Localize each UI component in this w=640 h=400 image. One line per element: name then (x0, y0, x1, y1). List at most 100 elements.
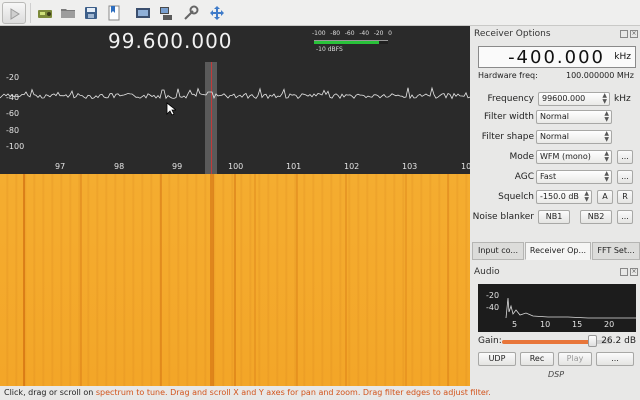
agc-value: Fast (540, 172, 557, 181)
filter-offset-display[interactable]: -400.000 kHz (478, 46, 636, 68)
gain-label: Gain: (478, 336, 502, 346)
waterfall-signal-line (210, 174, 214, 386)
receiver-options-title: Receiver Options (474, 29, 551, 39)
waterfall-signal-line (345, 174, 347, 386)
gain-slider-fill (502, 340, 593, 344)
select-arrows-icon: ▲ ▼ (604, 130, 609, 143)
squelch-reset-button[interactable]: R (617, 190, 633, 204)
bookmarks-button[interactable] (103, 2, 125, 24)
record-button[interactable]: Rec (520, 352, 554, 366)
agc-options-button[interactable]: ... (617, 170, 633, 184)
spectrum-plot[interactable]: 99.600.000 -100 -80 -60 -40 -20 0 -10 dB… (0, 26, 470, 174)
dock-close-icon[interactable]: × (630, 268, 638, 276)
audio-x-label: 15 (572, 320, 583, 329)
save-button[interactable] (80, 2, 102, 24)
network-button[interactable] (155, 2, 177, 24)
offset-value: -400.000 (508, 47, 605, 68)
settings-icon (184, 5, 199, 20)
status-text: Click, drag or scroll on (4, 388, 96, 397)
toolbar (0, 0, 640, 26)
gain-slider-handle[interactable] (588, 335, 598, 347)
filter-shape-select[interactable]: Normal ▲ ▼ (536, 130, 612, 144)
dock-float-icon[interactable] (620, 30, 628, 38)
remote-control-button[interactable] (132, 2, 154, 24)
waterfall-signal-line (254, 174, 256, 386)
settings-button[interactable] (180, 2, 202, 24)
x-axis-label: 99 (172, 162, 183, 171)
dsp-button[interactable]: DSP (518, 370, 594, 379)
udp-button[interactable]: UDP (478, 352, 516, 366)
x-axis-label: 10 (461, 162, 470, 171)
status-bar: Click, drag or scroll on spectrum to tun… (0, 386, 640, 400)
agc-label: AGC (514, 172, 534, 182)
x-axis-label: 101 (286, 162, 302, 171)
spin-arrows-icon: ▲ ▼ (602, 92, 607, 105)
frequency-label: Frequency (487, 94, 535, 104)
offset-unit: kHz (614, 52, 631, 62)
open-folder-icon (61, 9, 75, 18)
nb2-button[interactable]: NB2 (580, 210, 612, 224)
tab-fft-settings[interactable]: FFT Set... (592, 242, 640, 260)
mode-options-button[interactable]: ... (617, 150, 633, 164)
audio-title: Audio (474, 267, 500, 277)
frequency-input[interactable]: 99600.000 ▲ ▼ (538, 92, 610, 106)
noise-blanker-label: Noise blanker (472, 212, 534, 222)
noise-blanker-options-button[interactable]: ... (617, 210, 633, 224)
squelch-input[interactable]: -150.0 dB ▲ ▼ (536, 190, 592, 204)
x-axis-label: 103 (402, 162, 418, 171)
play-button[interactable]: Play (558, 352, 592, 366)
x-axis-label: 98 (114, 162, 125, 171)
select-arrows-icon: ▲ ▼ (604, 110, 609, 123)
audio-options-button[interactable]: ... (596, 352, 634, 366)
hardware-freq-label: Hardware freq: (478, 71, 538, 80)
audio-fft-plot[interactable]: -20 -40 5 10 15 20 (478, 284, 636, 332)
filter-shape-value: Normal (540, 132, 569, 141)
main-display: 99.600.000 -100 -80 -60 -40 -20 0 -10 dB… (0, 26, 470, 386)
waterfall-signal-line (160, 174, 162, 386)
waterfall-plot[interactable] (0, 174, 470, 386)
mouse-cursor-icon (166, 102, 176, 116)
audio-x-label: 10 (540, 320, 551, 329)
toolbar-separator (30, 3, 31, 23)
mode-select[interactable]: WFM (mono) ▲ ▼ (536, 150, 612, 164)
dock-float-icon[interactable] (620, 268, 628, 276)
squelch-label: Squelch (498, 192, 534, 202)
save-icon (85, 7, 97, 19)
x-axis-label: 100 (228, 162, 244, 171)
remote-control-icon (136, 8, 150, 18)
agc-select[interactable]: Fast ▲ ▼ (536, 170, 612, 184)
tab-input-controls[interactable]: Input co... (472, 242, 524, 260)
hardware-freq-value: 100.000000 MHz (565, 71, 634, 80)
x-axis-label: 97 (55, 162, 66, 171)
status-text-highlight: spectrum to tune. Drag and scroll X and … (95, 388, 491, 397)
fullscreen-button[interactable] (206, 2, 228, 24)
x-axis-label: 102 (344, 162, 360, 171)
spectrum-trace (0, 86, 470, 100)
select-arrows-icon: ▲ ▼ (604, 170, 609, 183)
filter-width-select[interactable]: Normal ▲ ▼ (536, 110, 612, 124)
audio-x-label: 20 (604, 320, 615, 329)
waterfall-signal-line (23, 174, 25, 386)
frequency-unit: kHz (614, 94, 631, 104)
waterfall-signal-line (405, 174, 407, 386)
open-button[interactable] (57, 2, 79, 24)
tab-receiver-options[interactable]: Receiver Op... (525, 242, 591, 260)
filter-width-label: Filter width (484, 112, 534, 122)
dock-close-icon[interactable]: × (630, 30, 638, 38)
waterfall-signal-line (234, 174, 236, 386)
spin-arrows-icon: ▲ ▼ (584, 190, 589, 203)
nb1-button[interactable]: NB1 (538, 210, 570, 224)
gain-value: 26.2 dB (601, 336, 636, 346)
audio-x-label: 5 (512, 320, 518, 329)
network-icon (160, 7, 172, 20)
fullscreen-icon (210, 6, 224, 20)
mode-label: Mode (509, 152, 534, 162)
squelch-auto-button[interactable]: A (597, 190, 613, 204)
mode-value: WFM (mono) (540, 152, 591, 161)
io-devices-button[interactable] (34, 2, 56, 24)
bookmark-icon (108, 5, 120, 21)
play-icon (10, 8, 20, 20)
start-dsp-button[interactable] (2, 2, 26, 24)
filter-shape-label: Filter shape (481, 132, 534, 142)
radio-device-icon (38, 10, 52, 18)
